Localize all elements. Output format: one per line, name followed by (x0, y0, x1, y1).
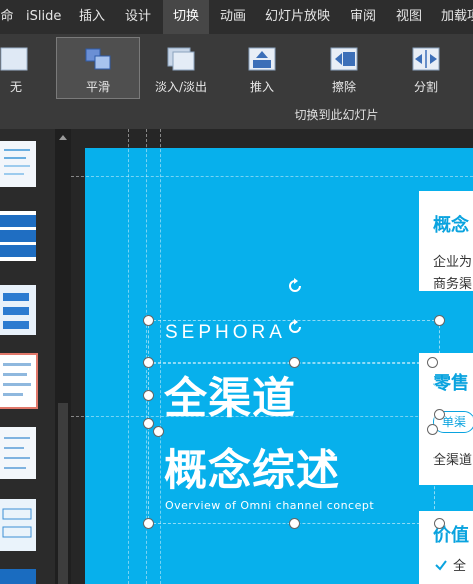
transition-label: 平滑 (85, 80, 110, 94)
thumbnail-preview (4, 437, 30, 469)
ribbon-transitions-panel: 无 平滑 淡入/淡出 推入 擦除 分割 切换到此幻灯片 (0, 34, 473, 129)
selection-box (148, 362, 435, 524)
fade-icon (167, 47, 195, 71)
thumbnail-scrollbar[interactable] (55, 129, 71, 584)
scroll-up-icon[interactable] (55, 131, 71, 143)
guide-line (128, 129, 129, 584)
resize-handle[interactable] (143, 518, 154, 529)
resize-handle[interactable] (143, 315, 154, 326)
split-icon (412, 47, 440, 71)
tab-addins[interactable]: 加载项 (441, 0, 473, 34)
card-text: 全 (453, 559, 467, 574)
thumbnail-preview (4, 149, 30, 175)
slide-thumbnail[interactable] (0, 141, 36, 187)
rotate-handle-icon[interactable] (286, 277, 304, 295)
resize-handle[interactable] (289, 518, 300, 529)
card-text: 企业为 (433, 255, 473, 270)
slide-thumbnail[interactable] (0, 427, 36, 479)
scrollbar-thumb[interactable] (58, 403, 68, 584)
ribbon-tab-bar: 命 iSlide 插入 设计 切换 动画 幻灯片放映 审阅 视图 加载项 (0, 0, 473, 34)
transition-push-button[interactable]: 推入 (236, 38, 288, 98)
slide-thumbnail[interactable] (0, 285, 36, 335)
tab-review[interactable]: 审阅 (350, 0, 376, 34)
thumbnail-preview (2, 508, 32, 538)
transition-fade-button[interactable]: 淡入/淡出 (150, 38, 212, 98)
wipe-left-icon (330, 47, 358, 71)
resize-handle[interactable] (434, 518, 445, 529)
resize-handle[interactable] (434, 315, 445, 326)
resize-handle[interactable] (434, 409, 445, 420)
resize-handle[interactable] (427, 424, 438, 435)
transition-label: 分割 (413, 80, 438, 94)
ribbon-group-label: 切换到此幻灯片 (294, 108, 379, 122)
tab-animations[interactable]: 动画 (220, 0, 246, 34)
card-title: 概念 (433, 215, 469, 236)
transition-label: 推入 (249, 80, 274, 94)
transition-none-button[interactable]: 无 (0, 38, 32, 98)
slide-thumbnail[interactable] (0, 569, 36, 584)
rotate-handle-icon[interactable] (286, 318, 304, 336)
slide-thumbnail-selected[interactable] (0, 353, 38, 409)
morph-icon (85, 48, 111, 70)
tab-insert[interactable]: 插入 (79, 0, 105, 34)
transition-wipe-button[interactable]: 擦除 (318, 38, 370, 98)
tab-view[interactable]: 视图 (396, 0, 422, 34)
slide-thumbnail[interactable] (0, 211, 36, 261)
tab-slideshow[interactable]: 幻灯片放映 (265, 0, 330, 34)
resize-handle[interactable] (289, 357, 300, 368)
push-up-icon (248, 47, 276, 71)
transition-label: 无 (9, 80, 22, 94)
concept-card[interactable]: 概念 企业为 商务渠 (419, 191, 473, 292)
resize-handle[interactable] (143, 390, 154, 401)
transition-label: 擦除 (331, 80, 356, 94)
card-text: 商务渠 (433, 277, 473, 292)
checkmark-icon (435, 560, 447, 571)
tab-transitions[interactable]: 切换 (163, 0, 209, 34)
card-title: 零售 (433, 373, 469, 394)
resize-handle[interactable] (143, 357, 154, 368)
tab-islide[interactable]: iSlide (26, 0, 61, 34)
guide-line (71, 176, 473, 177)
slide-thumbnail[interactable] (0, 499, 36, 551)
slide-thumbnail-pane (0, 129, 55, 584)
card-text: 全渠道 (433, 453, 473, 468)
resize-handle[interactable] (427, 357, 438, 368)
thumbnail-preview (3, 363, 31, 396)
resize-handle[interactable] (143, 418, 154, 429)
tab-partial[interactable]: 命 (0, 0, 16, 34)
blank-slide-icon (0, 47, 28, 71)
resize-handle[interactable] (153, 426, 164, 437)
transition-label: 淡入/淡出 (154, 80, 208, 94)
transition-split-button[interactable]: 分割 (398, 38, 454, 98)
thumbnail-preview (3, 293, 29, 329)
thumbnail-preview (0, 215, 36, 257)
tab-design[interactable]: 设计 (125, 0, 151, 34)
transition-morph-button[interactable]: 平滑 (56, 37, 140, 99)
